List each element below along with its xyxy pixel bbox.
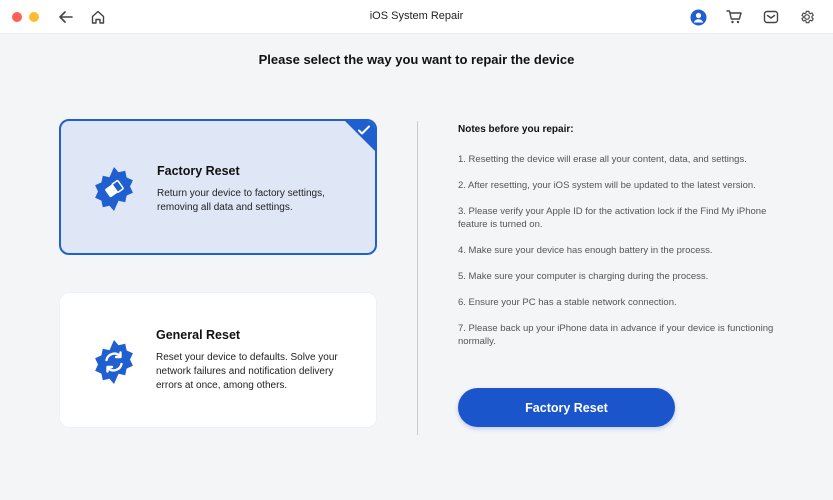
cart-icon[interactable]: [724, 7, 744, 27]
gear-eraser-icon: [95, 167, 133, 211]
page-heading: Please select the way you want to repair…: [258, 52, 575, 67]
option-card-factory-reset[interactable]: Factory Reset Return your device to fact…: [59, 119, 377, 255]
title-bar: iOS System Repair: [0, 0, 833, 34]
note-item: 5. Make sure your computer is charging d…: [458, 271, 709, 282]
note-item: 3. Please verify your Apple ID for the a…: [458, 206, 767, 230]
mail-icon[interactable]: [761, 7, 781, 27]
note-item: 7. Please back up your iPhone data in ad…: [458, 323, 774, 347]
note-item: 6. Ensure your PC has a stable network c…: [458, 297, 677, 308]
checkmark-icon: [358, 125, 370, 135]
option-description: Return your device to factory settings, …: [157, 188, 325, 213]
notes-list: 1. Resetting the device will erase all y…: [458, 153, 778, 361]
note-item: 1. Resetting the device will erase all y…: [458, 154, 747, 165]
option-description: Reset your device to defaults. Solve you…: [156, 352, 338, 391]
settings-gear-icon[interactable]: [797, 7, 817, 27]
factory-reset-button[interactable]: Factory Reset: [458, 388, 675, 427]
note-item: 4. Make sure your device has enough batt…: [458, 245, 713, 256]
gear-refresh-icon: [95, 340, 133, 384]
vertical-divider: [417, 121, 418, 435]
option-title: General Reset: [156, 328, 241, 342]
option-title: Factory Reset: [157, 164, 240, 178]
option-card-general-reset[interactable]: General Reset Reset your device to defau…: [59, 292, 377, 428]
window-title: iOS System Repair: [369, 10, 464, 22]
account-icon[interactable]: [688, 7, 708, 27]
note-item: 2. After resetting, your iOS system will…: [458, 180, 756, 191]
notes-title: Notes before you repair:: [458, 124, 574, 135]
